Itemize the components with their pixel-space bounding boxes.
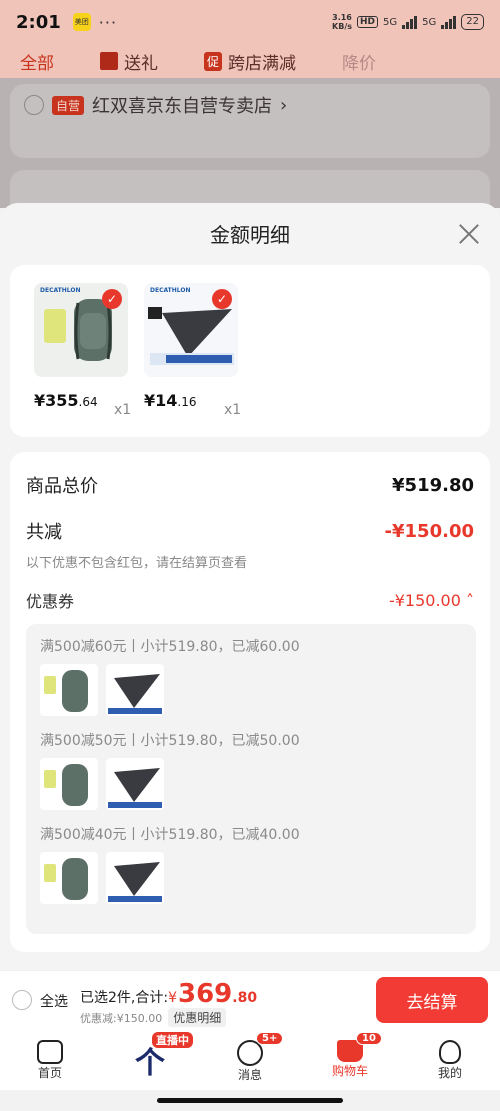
tab-cross-store: 促跨店满减 (204, 49, 296, 74)
tab-all: 全部 (20, 53, 54, 74)
bottom-nav: 首页 个 直播中 消息 5+ 购物车 10 我的 (0, 1030, 500, 1090)
close-icon[interactable] (458, 223, 480, 245)
signal-icon-2 (441, 15, 457, 29)
product-qty: x1 (114, 402, 132, 418)
signal-icon (402, 15, 418, 29)
coupon-detail-box: 满500减60元丨小计519.80，已减60.00 满500减50元丨小计519… (26, 624, 476, 934)
gift-icon (100, 52, 118, 70)
product-backpack[interactable]: DECATHLON ✓ ¥355.64 (34, 283, 130, 410)
reduce-label: 共减 (26, 522, 62, 543)
nav-messages[interactable]: 消息 5+ (200, 1030, 300, 1090)
cart-badge: 10 (356, 1032, 382, 1045)
coupon-row[interactable]: 优惠券 -¥150.00 ˄ (26, 588, 474, 612)
meituan-app-icon: 美团 (72, 13, 91, 31)
message-badge: 5+ (256, 1032, 284, 1045)
background-tabs: 全部 送礼 促跨店满减 降价 (0, 44, 500, 78)
chevron-up-icon: ˄ (466, 590, 474, 610)
selected-check-icon[interactable]: ✓ (212, 289, 232, 309)
coupon-products (40, 664, 164, 716)
backpack-thumb (40, 758, 98, 810)
tarp-thumb (106, 852, 164, 904)
network-5g-label-2: 5G (422, 16, 437, 28)
checkout-bar: 全选 已选2件,合计: ¥ 369 .80 优惠减:¥150.00 优惠明细 去… (0, 970, 500, 1030)
reduce-value: -¥150.00 (384, 520, 474, 542)
more-notifications-icon: ··· (98, 12, 118, 32)
checkout-button[interactable]: 去结算 (376, 977, 488, 1023)
select-all-label[interactable]: 全选 (40, 991, 68, 1011)
live-badge: 直播中 (152, 1032, 193, 1048)
network-speed: 3.16 KB/s (332, 13, 352, 31)
discount-detail-button[interactable]: 优惠明细 (168, 1008, 227, 1027)
promo-icon: 促 (204, 51, 223, 71)
discount-summary: 优惠减:¥150.00 优惠明细 (80, 1008, 227, 1027)
total-label: 商品总价 (26, 476, 98, 497)
coupon-line: 满500减40元丨小计519.80，已减40.00 (40, 827, 300, 843)
selected-check-icon[interactable]: ✓ (102, 289, 122, 309)
home-indicator[interactable] (157, 1098, 343, 1103)
reduce-row: 共减 -¥150.00 (26, 518, 474, 544)
tab-gift: 送礼 (100, 49, 158, 74)
coupon-label: 优惠券 (26, 592, 75, 611)
total-value: ¥519.80 (392, 474, 474, 496)
chevron-right-icon: › (280, 94, 288, 116)
nav-home[interactable]: 首页 (0, 1030, 100, 1090)
select-all-radio[interactable] (12, 990, 32, 1010)
total-amount: 369 (178, 979, 233, 1009)
backpack-thumb (40, 664, 98, 716)
sheet-title: 金额明细 (210, 223, 290, 247)
status-right: 3.16 KB/s HD 5G 5G 22 (332, 13, 484, 31)
network-5g-label: 5G (383, 16, 398, 28)
products-card: DECATHLON ✓ ¥355.64 x1 DECATHLON ✓ ¥14 .… (10, 265, 490, 437)
discount-note: 以下优惠不包含红包，请在结算页查看 (26, 556, 248, 571)
nav-cart[interactable]: 购物车 10 (300, 1030, 400, 1090)
coupon-line: 满500减50元丨小计519.80，已减50.00 (40, 733, 300, 749)
total-row: 商品总价 ¥519.80 (26, 472, 474, 498)
hd-icon: HD (357, 16, 379, 28)
coupon-value: -¥150.00 ˄ (388, 590, 474, 610)
coupon-products (40, 758, 164, 810)
selected-summary: 已选2件,合计: ¥ 369 .80 (80, 979, 258, 1009)
store-radio (24, 95, 44, 115)
tarp-thumb (106, 758, 164, 810)
store-name: 红双喜京东自营专卖店 (92, 96, 273, 117)
product-qty: x1 (224, 402, 242, 418)
brand-logo: DECATHLON (150, 287, 191, 294)
tab-price-drop: 降价 (342, 53, 377, 74)
product-image: DECATHLON ✓ (144, 283, 238, 377)
amount-detail-sheet: 金额明细 DECATHLON ✓ ¥355.64 x1 DECATHLON ✓ … (0, 203, 500, 970)
home-icon (37, 1040, 63, 1064)
profile-icon (439, 1040, 461, 1064)
background-store-row: 自营 红双喜京东自营专卖店 › (24, 92, 287, 118)
product-tarp[interactable]: DECATHLON ✓ ¥14.16 (144, 283, 240, 410)
brand-logo: DECATHLON (40, 287, 81, 294)
battery-icon: 22 (461, 14, 484, 30)
backpack-thumb (40, 852, 98, 904)
product-image: DECATHLON ✓ (34, 283, 128, 377)
coupon-line: 满500减60元丨小计519.80，已减60.00 (40, 639, 300, 655)
self-operated-badge: 自营 (52, 95, 85, 115)
price-detail-card: 商品总价 ¥519.80 共减 -¥150.00 以下优惠不包含红包，请在结算页… (10, 452, 490, 952)
tarp-thumb (106, 664, 164, 716)
status-bar: 2:01 美团 ··· 3.16 KB/s HD 5G 5G 22 (0, 0, 500, 44)
coupon-products (40, 852, 164, 904)
nav-me[interactable]: 我的 (400, 1030, 500, 1090)
status-time: 2:01 (16, 11, 61, 33)
nav-live[interactable]: 个 直播中 (100, 1030, 200, 1090)
